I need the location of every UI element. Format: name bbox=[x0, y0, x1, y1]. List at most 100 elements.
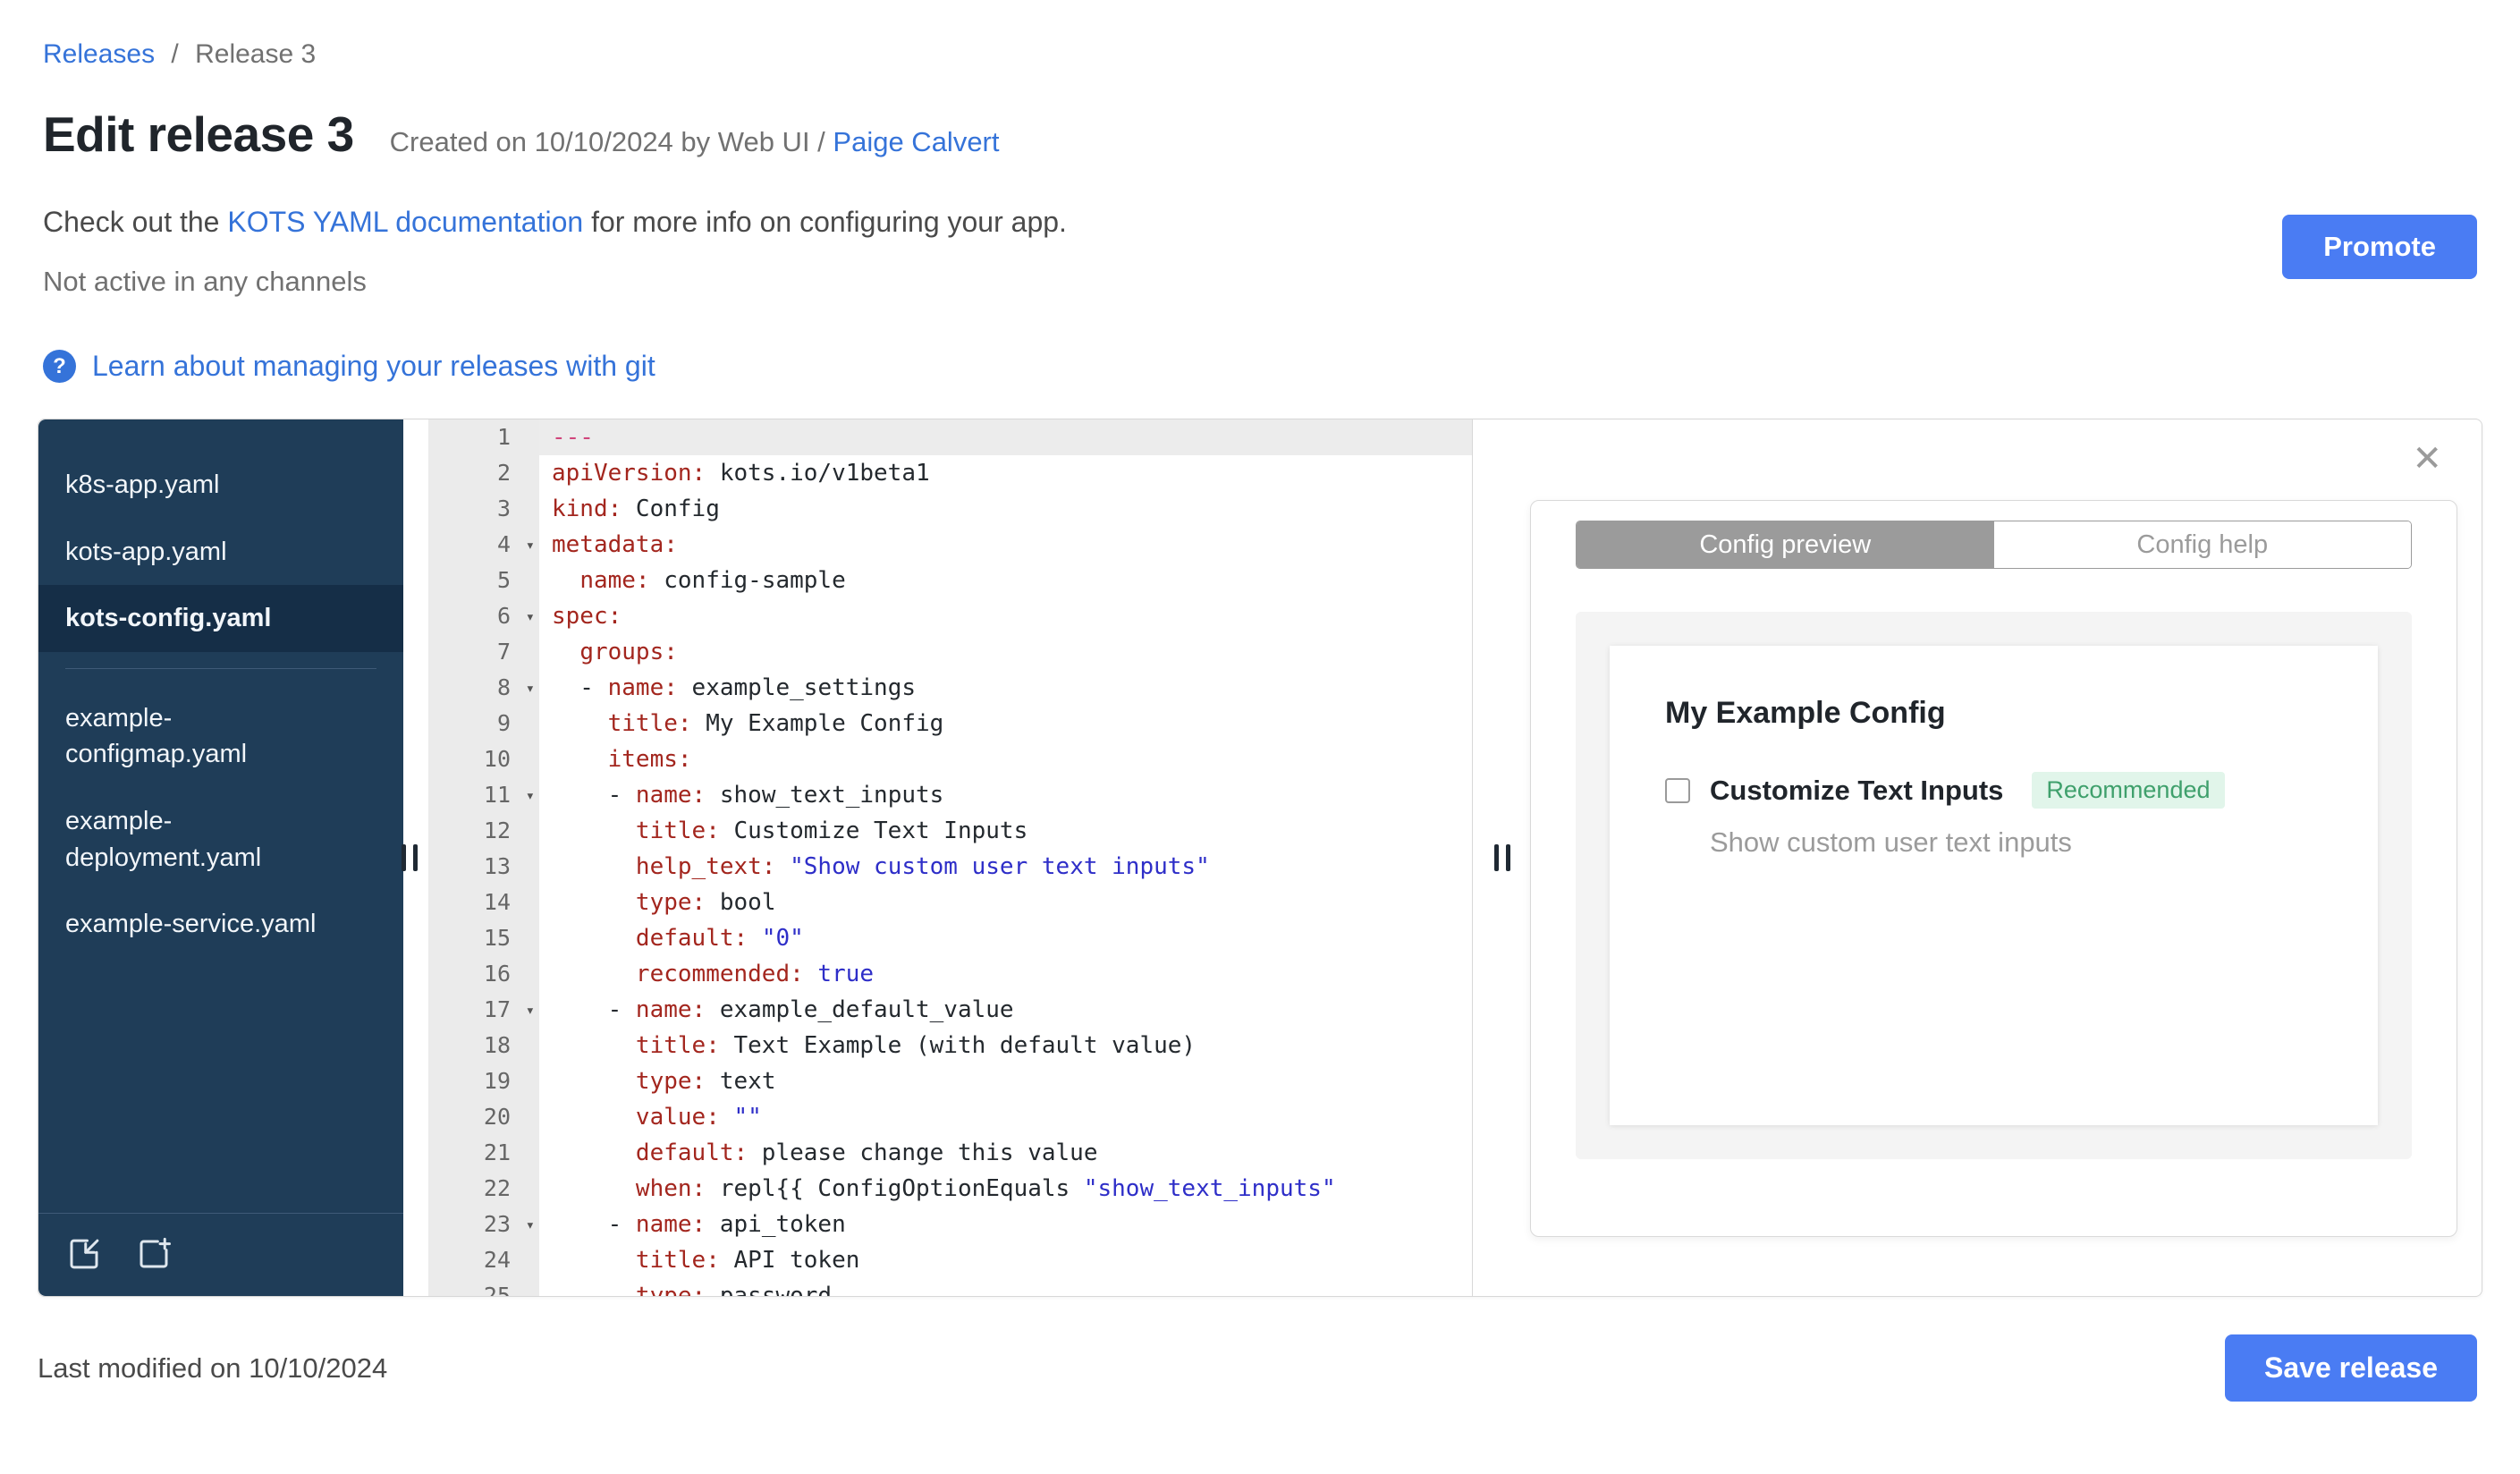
line-number: 22 bbox=[483, 1175, 511, 1201]
config-item-checkbox[interactable] bbox=[1665, 777, 1690, 803]
import-file-icon[interactable] bbox=[65, 1235, 103, 1273]
file-item[interactable]: kots-app.yaml bbox=[38, 519, 403, 586]
fold-arrow-icon[interactable]: ▾ bbox=[526, 671, 535, 707]
code-line[interactable]: default: please change this value bbox=[539, 1135, 1472, 1171]
channel-status: Not active in any channels bbox=[43, 266, 367, 297]
code-line[interactable]: kind: Config bbox=[539, 491, 1472, 527]
line-number: 15 bbox=[483, 925, 511, 951]
line-number: 21 bbox=[483, 1139, 511, 1165]
config-group-title: My Example Config bbox=[1665, 696, 1946, 730]
fold-arrow-icon[interactable]: ▾ bbox=[526, 778, 535, 814]
line-number: 4 ▾ bbox=[428, 527, 539, 563]
code-line[interactable]: - name: example_settings bbox=[539, 670, 1472, 706]
code-line[interactable]: value: "" bbox=[539, 1099, 1472, 1135]
tab-config-help[interactable]: Config help bbox=[1993, 521, 2411, 568]
line-number: 11 ▾ bbox=[428, 777, 539, 813]
sidebar-drag-handle[interactable] bbox=[402, 844, 418, 871]
code-line[interactable]: default: "0" bbox=[539, 920, 1472, 956]
file-sidebar: k8s-app.yaml kots-app.yaml kots-config.yam… bbox=[38, 419, 403, 1296]
last-modified-text: Last modified on 10/10/2024 bbox=[38, 1351, 388, 1384]
file-item[interactable]: example-deployment.yaml bbox=[38, 788, 403, 891]
fold-arrow-icon[interactable]: ▾ bbox=[526, 599, 535, 635]
code-line[interactable]: type: password bbox=[539, 1278, 1472, 1296]
git-releases-link[interactable]: Learn about managing your releases with … bbox=[92, 350, 655, 383]
kots-docs-link[interactable]: KOTS YAML documentation bbox=[227, 206, 583, 238]
yaml-editor: 1 2 3 4 ▾ 5 6 ▾ 7 8 ▾ 9 10 11 ▾ 12 13 14 15 16 17 ▾ 18 19 20 21 22… bbox=[428, 419, 1473, 1296]
breadcrumb-releases-link[interactable]: Releases bbox=[43, 39, 155, 69]
file-list: k8s-app.yaml kots-app.yaml kots-config.yam… bbox=[38, 452, 403, 958]
footer: Last modified on 10/10/2024 Save release bbox=[38, 1334, 2477, 1402]
code-line[interactable]: --- bbox=[539, 419, 1472, 455]
fold-arrow-icon[interactable]: ▾ bbox=[526, 1207, 535, 1243]
code-line[interactable]: items: bbox=[539, 741, 1472, 777]
code-line[interactable]: - name: api_token bbox=[539, 1207, 1472, 1242]
line-number: 18 bbox=[483, 1032, 511, 1058]
line-number: 14 bbox=[483, 889, 511, 915]
preview-drag-handle[interactable] bbox=[1494, 844, 1510, 871]
breadcrumb-separator: / bbox=[171, 39, 179, 69]
code-line[interactable]: type: bool bbox=[539, 885, 1472, 920]
code-line[interactable]: groups: bbox=[539, 634, 1472, 670]
docs-suffix: for more info on configuring your app. bbox=[583, 206, 1067, 238]
code-line[interactable]: title: API token bbox=[539, 1242, 1472, 1278]
recommended-badge: Recommended bbox=[2032, 772, 2225, 809]
close-icon[interactable]: ✕ bbox=[2412, 441, 2442, 477]
code-line[interactable]: title: Text Example (with default value) bbox=[539, 1028, 1472, 1063]
file-item[interactable]: k8s-app.yaml bbox=[38, 452, 403, 519]
add-file-icon[interactable] bbox=[135, 1235, 173, 1273]
fold-arrow-icon[interactable]: ▾ bbox=[526, 528, 535, 563]
preview-canvas: My Example Config Customize Text Inputs … bbox=[1576, 612, 2412, 1159]
editor-code[interactable]: --- apiVersion: kots.io/v1beta1 kind: Conf… bbox=[539, 419, 1472, 1296]
file-item[interactable]: example-service.yaml bbox=[38, 891, 403, 958]
line-number: 9 bbox=[496, 710, 511, 736]
docs-row: Check out the KOTS YAML documentation fo… bbox=[43, 206, 2477, 239]
line-number: 19 bbox=[483, 1068, 511, 1094]
promote-button[interactable]: Promote bbox=[2282, 215, 2477, 279]
fold-arrow-icon[interactable]: ▾ bbox=[526, 993, 535, 1029]
file-item[interactable]: kots-config.yaml bbox=[38, 585, 403, 652]
git-row: ? Learn about managing your releases wit… bbox=[43, 350, 2477, 383]
line-number: 3 bbox=[496, 496, 511, 521]
page: Releases / Release 3 Edit release 3 Crea… bbox=[0, 0, 2520, 1474]
tab-config-preview[interactable]: Config preview bbox=[1577, 521, 1994, 568]
title-row: Edit release 3 Created on 10/10/2024 by … bbox=[43, 106, 2477, 163]
code-line[interactable]: apiVersion: kots.io/v1beta1 bbox=[539, 455, 1472, 491]
line-number: 12 bbox=[483, 817, 511, 843]
code-line[interactable]: recommended: true bbox=[539, 956, 1472, 992]
line-number: 7 bbox=[496, 639, 511, 665]
config-preview-pane: ✕ Config preview Config help My Example … bbox=[1473, 419, 2482, 1296]
line-number: 2 bbox=[496, 460, 511, 486]
sidebar-footer bbox=[38, 1213, 403, 1296]
code-line[interactable]: spec: bbox=[539, 598, 1472, 634]
created-meta: Created on 10/10/2024 by Web UI / Paige … bbox=[390, 126, 1000, 158]
code-line[interactable]: name: config-sample bbox=[539, 563, 1472, 598]
question-circle-icon[interactable]: ? bbox=[43, 350, 76, 383]
breadcrumb-current: Release 3 bbox=[195, 39, 317, 69]
line-number: 1 bbox=[496, 424, 511, 450]
line-number: 17 ▾ bbox=[428, 992, 539, 1028]
breadcrumb: Releases / Release 3 bbox=[43, 39, 2477, 70]
line-number: 24 bbox=[483, 1247, 511, 1273]
code-line[interactable]: - name: show_text_inputs bbox=[539, 777, 1472, 813]
code-line[interactable]: title: Customize Text Inputs bbox=[539, 813, 1472, 849]
docs-prefix: Check out the bbox=[43, 206, 228, 238]
line-number: 25 bbox=[483, 1283, 511, 1296]
line-number: 16 bbox=[483, 961, 511, 987]
header: Releases / Release 3 Edit release 3 Crea… bbox=[0, 0, 2520, 383]
line-number: 13 bbox=[483, 853, 511, 879]
code-line[interactable]: metadata: bbox=[539, 527, 1472, 563]
file-item[interactable]: example-configmap.yaml bbox=[38, 685, 403, 788]
save-release-button[interactable]: Save release bbox=[2225, 1334, 2477, 1402]
preview-tabs: Config preview Config help bbox=[1576, 521, 2412, 569]
line-number: 5 bbox=[496, 567, 511, 593]
created-text: Created on 10/10/2024 by Web UI / bbox=[389, 126, 833, 157]
code-line[interactable]: - name: example_default_value bbox=[539, 992, 1472, 1028]
code-line[interactable]: when: repl{{ ConfigOptionEquals "show_te… bbox=[539, 1171, 1472, 1207]
code-line[interactable]: title: My Example Config bbox=[539, 706, 1472, 741]
code-line[interactable]: help_text: "Show custom user text inputs… bbox=[539, 849, 1472, 885]
author-link[interactable]: Paige Calvert bbox=[833, 126, 999, 157]
line-number: 20 bbox=[483, 1104, 511, 1130]
line-number: 10 bbox=[483, 746, 511, 772]
code-line[interactable]: type: text bbox=[539, 1063, 1472, 1099]
release-editor: k8s-app.yaml kots-app.yaml kots-config.yam… bbox=[38, 419, 2482, 1297]
